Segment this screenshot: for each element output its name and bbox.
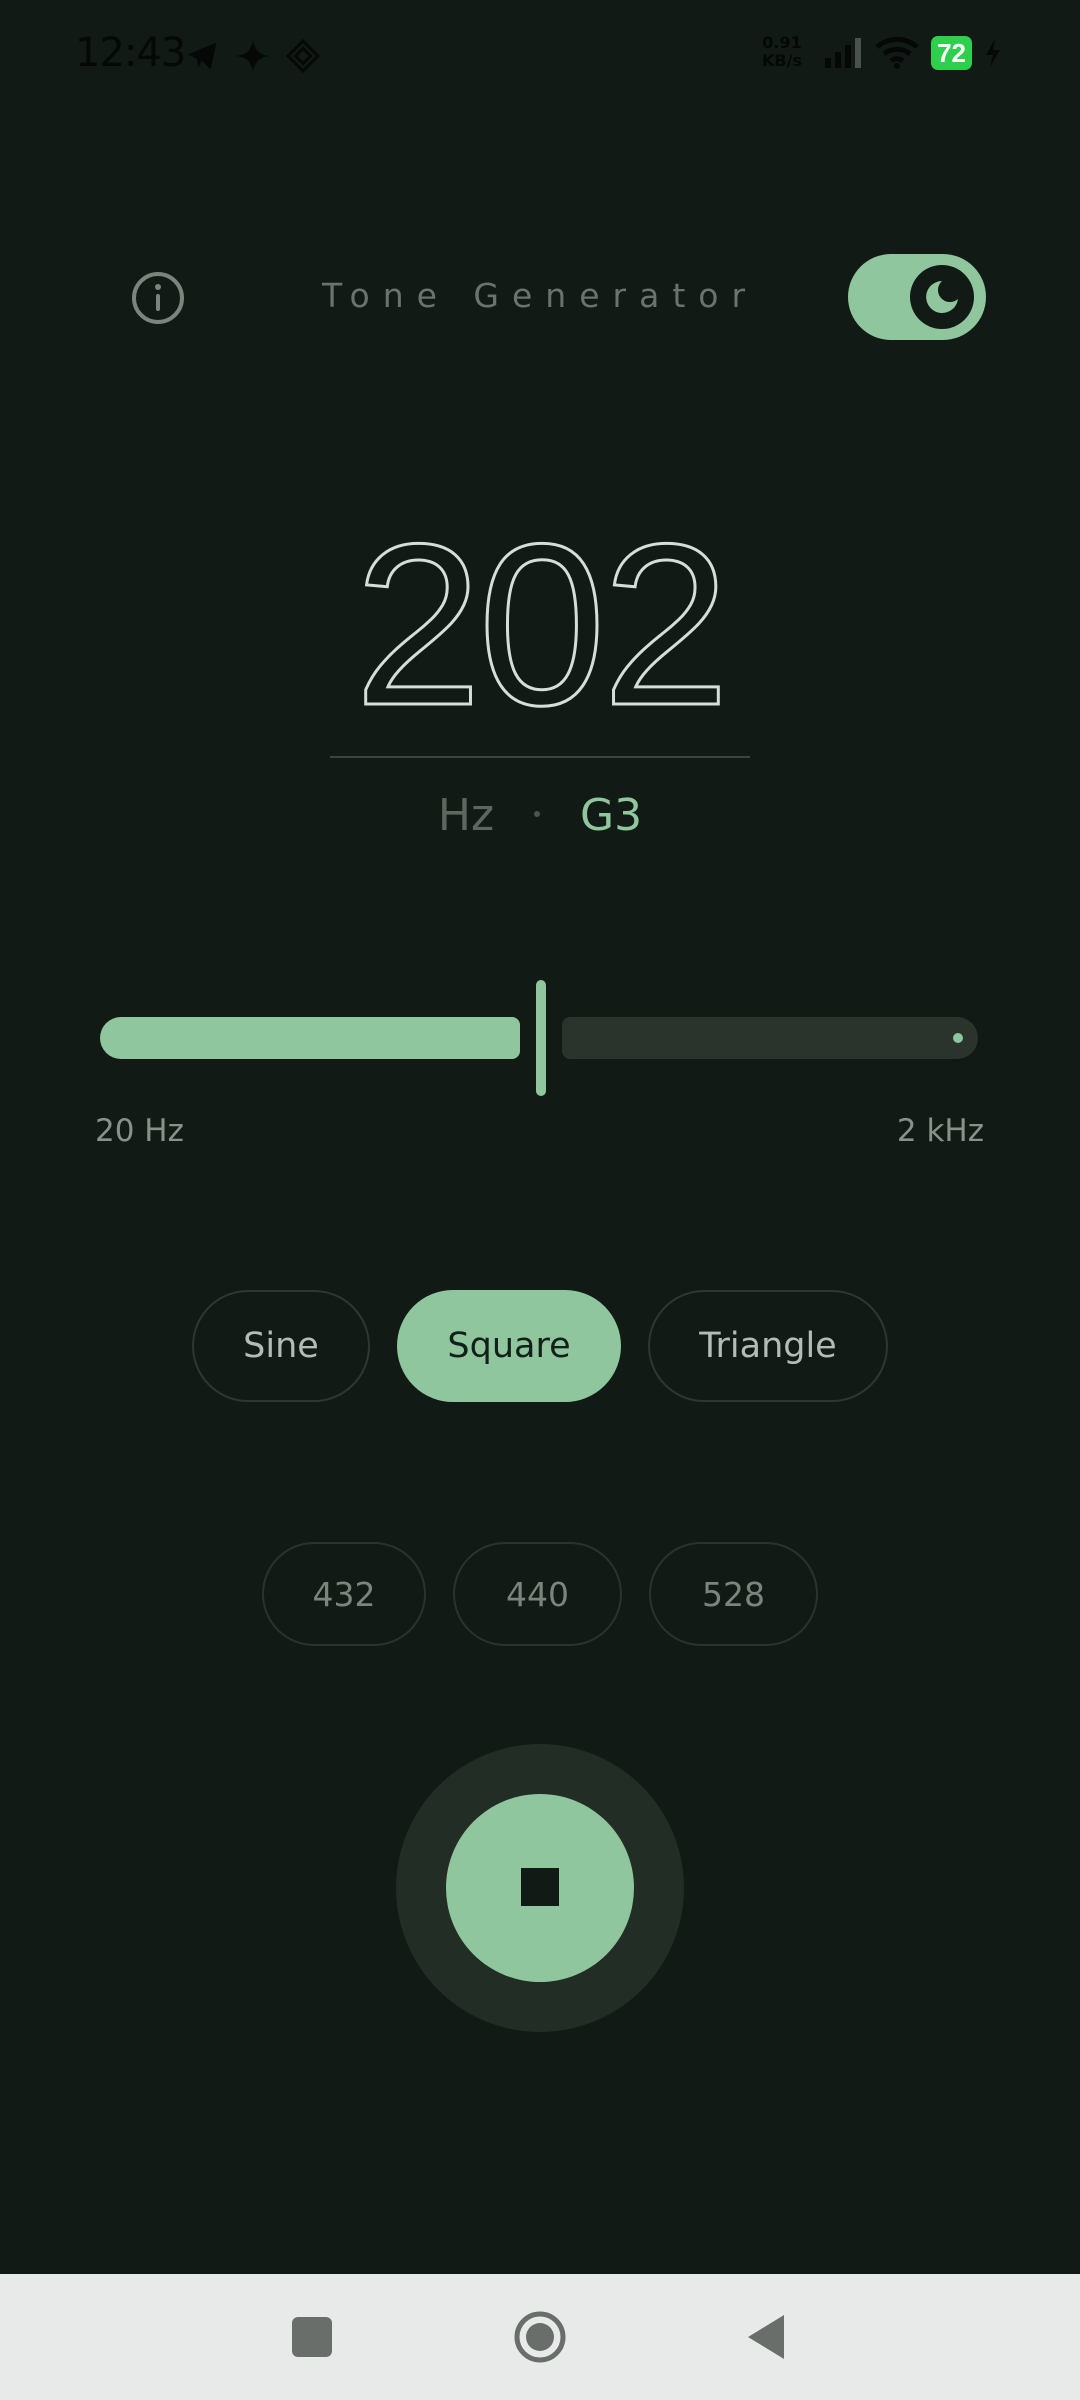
net-speed-value: 0.91 bbox=[762, 33, 802, 52]
range-max-label: 2 kHz bbox=[896, 1113, 984, 1149]
preset-440-chip[interactable]: 440 bbox=[453, 1542, 622, 1646]
screen: 12:43 0.91 KB/s 72 Tone Generator 202 Hz… bbox=[0, 0, 1080, 2400]
network-speed: 0.91 KB/s bbox=[762, 34, 802, 70]
back-icon[interactable] bbox=[738, 2307, 798, 2367]
notification-icons bbox=[185, 38, 321, 74]
moon-icon bbox=[926, 281, 958, 313]
net-speed-unit: KB/s bbox=[762, 51, 802, 70]
home-icon[interactable] bbox=[510, 2307, 570, 2367]
system-icons: 72 bbox=[823, 36, 1002, 70]
navigation-bar bbox=[0, 2274, 1080, 2400]
status-time: 12:43 bbox=[75, 30, 186, 76]
charging-bolt-icon bbox=[986, 39, 1000, 67]
frequency-slider-thumb[interactable] bbox=[536, 980, 546, 1096]
waveform-triangle-chip[interactable]: Triangle bbox=[648, 1290, 888, 1402]
slider-end-dot bbox=[953, 1033, 963, 1043]
waveform-sine-chip[interactable]: Sine bbox=[192, 1290, 370, 1402]
frequency-underline bbox=[330, 756, 750, 758]
preset-528-chip[interactable]: 528 bbox=[649, 1542, 818, 1646]
waveform-square-chip[interactable]: Square bbox=[397, 1290, 621, 1402]
telegram-icon bbox=[188, 42, 217, 70]
separator-dot bbox=[534, 811, 541, 817]
wifi-icon bbox=[875, 36, 919, 69]
preset-432-chip[interactable]: 432 bbox=[262, 1542, 426, 1646]
sparkle-icon bbox=[236, 39, 270, 73]
frequency-value[interactable]: 202 bbox=[0, 508, 1080, 741]
toggle-knob bbox=[910, 265, 974, 329]
frequency-slider-track[interactable] bbox=[562, 1017, 978, 1059]
range-min-label: 20 Hz bbox=[95, 1113, 184, 1149]
recents-icon[interactable] bbox=[282, 2307, 342, 2367]
battery-icon: 72 bbox=[931, 36, 972, 70]
frequency-unit: Hz bbox=[437, 790, 495, 841]
frequency-slider-fill[interactable] bbox=[100, 1017, 520, 1059]
stop-icon bbox=[521, 1868, 559, 1906]
signal-icon bbox=[825, 38, 862, 68]
status-bar: 12:43 0.91 KB/s 72 bbox=[0, 0, 1080, 115]
note-name: G3 bbox=[580, 790, 643, 841]
theme-toggle[interactable] bbox=[848, 254, 986, 340]
frequency-unit-row: Hz G3 bbox=[0, 790, 1080, 841]
diamond-grid-icon bbox=[285, 38, 321, 74]
